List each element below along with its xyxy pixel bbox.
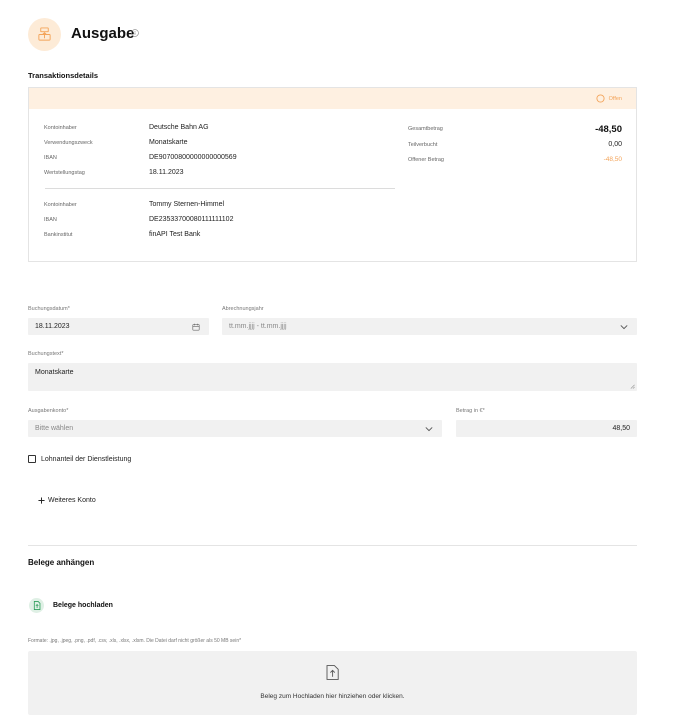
amount-label: Betrag in €* <box>456 408 485 414</box>
add-account-button[interactable]: Weiteres Konto <box>38 497 96 504</box>
partially-booked-value: 0,00 <box>608 141 622 148</box>
payee-iban-label: IBAN <box>44 155 57 161</box>
chevron-down-icon <box>620 324 628 329</box>
dropzone-text: Beleg zum Hochladen hier hinziehen oder … <box>260 693 405 700</box>
info-icon[interactable] <box>131 29 139 37</box>
file-upload-icon <box>326 665 339 680</box>
upload-button[interactable]: Belege hochladen <box>53 602 113 609</box>
payer-holder-value: Tommy Sternen-Himmel <box>149 201 225 208</box>
billing-year-placeholder: tt.mm.jjjj - tt.mm.jjjj <box>229 323 287 330</box>
document-upload-icon <box>33 601 40 610</box>
details-divider <box>45 188 395 189</box>
open-amount-value: -48,50 <box>603 156 622 163</box>
booking-date-label: Buchungsdatum* <box>28 306 70 312</box>
resize-handle-icon[interactable] <box>630 384 635 389</box>
booking-text-field[interactable]: Monatskarte <box>28 363 637 391</box>
value-date-label: Wertstellungstag <box>44 170 85 176</box>
wage-share-label: Lohnanteil der Dienstleistung <box>41 455 132 463</box>
circle-status-icon <box>596 94 605 103</box>
value-date-value: 18.11.2023 <box>149 169 184 176</box>
expense-account-select[interactable]: Bitte wählen <box>28 420 442 437</box>
booking-date-value: 18.11.2023 <box>35 323 70 330</box>
payer-iban-value: DE23533700080111111102 <box>149 216 234 223</box>
page-title: Ausgabe <box>71 25 135 42</box>
expense-icon-badge <box>28 18 61 51</box>
partially-booked-label: Teilverbucht <box>408 142 438 148</box>
payee-holder-value: Deutsche Bahn AG <box>149 124 209 131</box>
transaction-card: Offen Kontoinhaber Deutsche Bahn AG Verw… <box>28 87 637 262</box>
payee-holder-label: Kontoinhaber <box>44 125 77 131</box>
purpose-label: Verwendungszweck <box>44 140 93 146</box>
open-amount-label: Offener Betrag <box>408 157 444 163</box>
register-icon <box>38 27 51 41</box>
total-amount-value: -48,50 <box>595 124 622 135</box>
add-account-label: Weiteres Konto <box>48 497 96 504</box>
amount-value: 48,50 <box>612 425 630 432</box>
purpose-value: Monatskarte <box>149 139 188 146</box>
wage-share-row[interactable]: Lohnanteil der Dienstleistung <box>28 455 131 463</box>
billing-year-select[interactable]: tt.mm.jjjj - tt.mm.jjjj <box>222 318 637 335</box>
bank-label: Bankinstitut <box>44 232 73 238</box>
plus-icon <box>38 497 45 504</box>
dropzone[interactable]: Beleg zum Hochladen hier hinziehen oder … <box>28 651 637 715</box>
upload-icon-badge[interactable] <box>29 598 44 613</box>
wage-share-checkbox[interactable] <box>28 455 36 463</box>
payer-holder-label: Kontoinhaber <box>44 202 77 208</box>
status-text: Offen <box>608 95 622 102</box>
expense-account-label: Ausgabenkonto* <box>28 408 69 414</box>
attachments-title: Belege anhängen <box>28 558 95 567</box>
transaction-details-title: Transaktionsdetails <box>28 71 99 80</box>
amount-field[interactable]: 48,50 <box>456 420 637 437</box>
booking-text-value: Monatskarte <box>35 369 74 376</box>
billing-year-label: Abrechnungsjahr <box>222 306 264 312</box>
formats-note: Formate: .jpg, .jpeg, .png, .pdf, .csv, … <box>28 638 242 644</box>
expense-account-placeholder: Bitte wählen <box>35 425 74 432</box>
bank-value: finAPI Test Bank <box>149 231 201 238</box>
calendar-icon[interactable] <box>192 323 200 331</box>
chevron-down-icon <box>425 426 433 431</box>
status-band: Offen <box>29 88 636 109</box>
payee-iban-value: DE90700800000000000569 <box>149 154 237 161</box>
total-amount-label: Gesamtbetrag <box>408 126 443 132</box>
payer-iban-label: IBAN <box>44 217 57 223</box>
booking-text-label: Buchungstext* <box>28 351 64 357</box>
status-badge: Offen <box>596 94 622 103</box>
booking-date-field[interactable]: 18.11.2023 <box>28 318 209 335</box>
section-divider <box>28 545 637 546</box>
